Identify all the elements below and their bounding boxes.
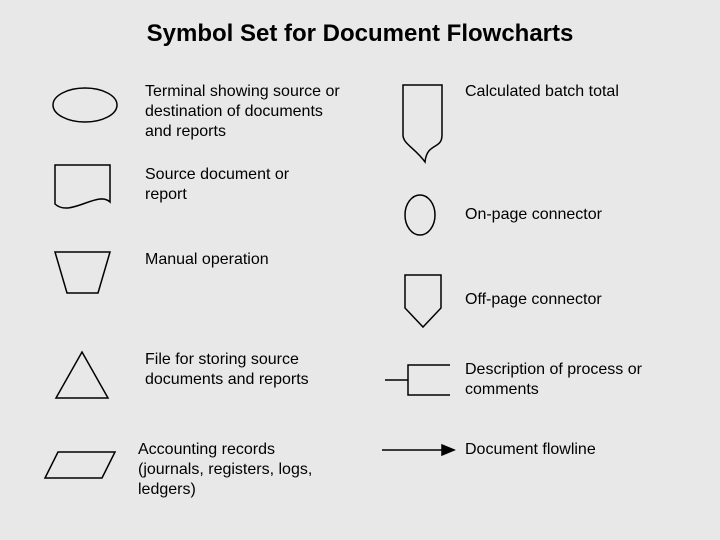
symbol-on-page-connector: [400, 190, 440, 245]
label-terminal: Terminal showing source or destination o…: [145, 82, 345, 142]
label-process-description: Description of process or comments: [465, 360, 675, 400]
symbol-accounting-records: [40, 445, 120, 490]
symbol-batch-total: [395, 80, 450, 175]
diagram-container: Symbol Set for Document Flowcharts Termi…: [0, 0, 720, 540]
label-accounting-records: Accounting records (journals, registers,…: [138, 440, 338, 500]
symbol-source-document: [50, 160, 115, 223]
label-source-document: Source document or report: [145, 165, 335, 205]
label-manual-operation: Manual operation: [145, 250, 335, 270]
symbol-file-store: [50, 345, 115, 410]
symbol-process-description: [380, 360, 455, 405]
label-flowline: Document flowline: [465, 440, 665, 460]
symbol-flowline: [378, 440, 458, 465]
symbol-manual-operation: [50, 245, 115, 305]
label-on-page-connector: On-page connector: [465, 205, 665, 225]
symbol-off-page-connector: [398, 270, 448, 337]
label-file-store: File for storing source documents and re…: [145, 350, 345, 390]
label-off-page-connector: Off-page connector: [465, 290, 665, 310]
label-batch-total: Calculated batch total: [465, 82, 665, 102]
symbol-terminal: [50, 85, 120, 130]
page-title: Symbol Set for Document Flowcharts: [0, 20, 720, 48]
